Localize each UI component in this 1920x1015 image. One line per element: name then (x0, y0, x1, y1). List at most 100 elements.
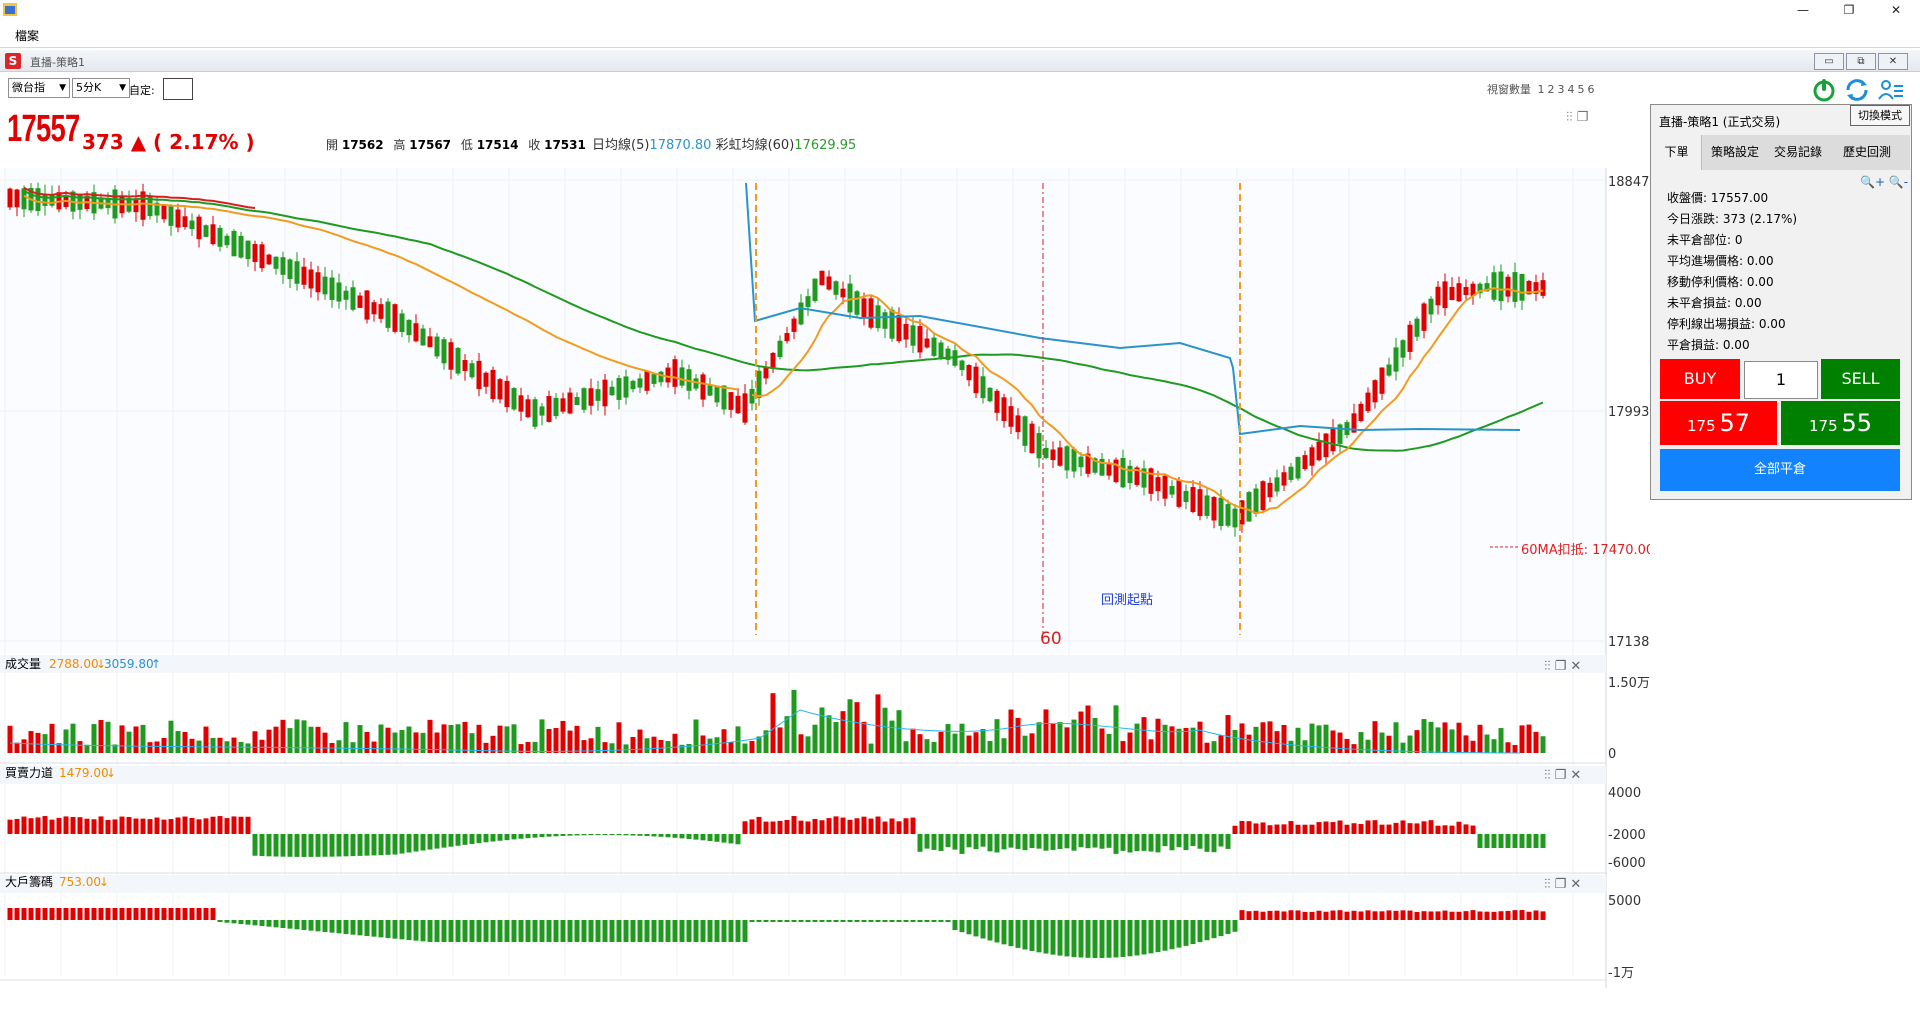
view-count-5[interactable]: 5 (1578, 83, 1585, 96)
view-count-6[interactable]: 6 (1588, 83, 1595, 96)
custom-period-input[interactable] (163, 78, 193, 100)
child-restore-button[interactable]: ⧉ (1846, 53, 1876, 70)
price-chart[interactable]: 18847 17993 17138 60 回測起點 60MA扣抵: 17470.… (0, 168, 1650, 1003)
pane-header-bg (0, 655, 1606, 673)
candle-body (1267, 482, 1273, 498)
chips-bar (56, 908, 62, 920)
sell-price-button[interactable]: 175 55 (1781, 401, 1900, 445)
power-icon[interactable] (1810, 77, 1838, 103)
chips-bar (406, 920, 412, 940)
close-button[interactable]: ✕ (1874, 0, 1918, 20)
chips-bar (343, 920, 349, 934)
quantity-input[interactable]: 1 (1744, 361, 1818, 399)
ma-readout: 日均線(5)17870.80 彩虹均線(60)17629.95 (592, 134, 856, 153)
chips-bar (504, 920, 510, 942)
buy-price-button[interactable]: 175 57 (1660, 401, 1777, 445)
volume-bar (308, 726, 314, 753)
view-count-2[interactable]: 2 (1548, 83, 1555, 96)
force-bar (658, 834, 664, 837)
child-minimize-button[interactable]: ▭ (1814, 53, 1844, 70)
symbol-select[interactable]: 微台指 ▼ (8, 78, 70, 98)
chips-bar (364, 920, 370, 936)
chips-bar (28, 908, 34, 920)
child-close-button[interactable]: ✕ (1878, 53, 1908, 70)
volume-bar (1435, 727, 1441, 753)
volume-bar (448, 724, 454, 753)
force-bar (994, 834, 1000, 853)
volume-bar (1267, 721, 1273, 753)
force-bar (546, 834, 552, 837)
volume-bar (266, 729, 272, 753)
force-bar (1407, 823, 1413, 834)
volume-bar (168, 720, 174, 753)
force-bar (504, 834, 510, 841)
chips-bar (994, 920, 1000, 943)
ma5-label: 日均線(5) (592, 138, 650, 153)
view-count-3[interactable]: 3 (1558, 83, 1565, 96)
candle-body (1246, 492, 1252, 522)
tab-trade-records[interactable]: 交易記錄 (1768, 135, 1828, 170)
volume-bar (595, 726, 601, 753)
sell-button[interactable]: SELL (1821, 359, 1900, 399)
volume-bar (203, 726, 209, 753)
tab-backtest[interactable]: 歷史回測 (1834, 135, 1900, 170)
force-bar (399, 834, 405, 854)
chips-bar (245, 920, 251, 925)
candle-body (735, 395, 741, 414)
refresh-icon[interactable] (1843, 77, 1871, 103)
volume-bar (1071, 719, 1077, 753)
chips-bar (182, 908, 188, 920)
chart-settings-icon[interactable]: ⫶⫶ ❐ (1566, 110, 1588, 125)
force-bar (364, 834, 370, 856)
close-all-button[interactable]: 全部平倉 (1660, 449, 1900, 491)
tab-strategy-settings[interactable]: 策略設定 (1706, 135, 1764, 170)
force-bar (1218, 834, 1224, 847)
minimize-button[interactable]: — (1781, 0, 1825, 20)
buy-button[interactable]: BUY (1660, 359, 1740, 399)
buy-price-main: 175 (1686, 417, 1716, 435)
view-count-1[interactable]: 1 (1538, 83, 1545, 96)
volume-pane-tools[interactable]: ⫶⫶ ❐ ✕ (1544, 659, 1581, 674)
switch-mode-button[interactable]: 切換模式 (1850, 105, 1910, 126)
volume-arrow-2: ↑ (151, 657, 161, 671)
tab-order[interactable]: 下單 (1652, 135, 1702, 170)
force-bar (1421, 821, 1427, 834)
view-count-4[interactable]: 4 (1568, 83, 1575, 96)
restore-button[interactable]: ❐ (1827, 0, 1871, 20)
candle-body (448, 342, 454, 370)
chips-bar (140, 908, 146, 920)
candle-body (602, 379, 608, 407)
menu-file[interactable]: 檔案 (15, 27, 39, 44)
volume-bar (1449, 729, 1455, 753)
chips-bar (357, 920, 363, 936)
volume-bar (1113, 705, 1119, 753)
force-bar (819, 820, 825, 834)
chips-bar (595, 920, 601, 942)
chips-bar (413, 920, 419, 941)
chips-bar (623, 920, 629, 942)
candle-body (805, 296, 811, 308)
chips-bar (1400, 910, 1406, 920)
force-bar (1540, 834, 1546, 848)
candle-body (308, 269, 314, 289)
force-bar (938, 834, 944, 851)
volume-bar (994, 719, 1000, 753)
force-bar (1127, 834, 1133, 853)
candle-body (441, 339, 447, 364)
zoom-icons[interactable]: 🔍+ 🔍- (1860, 175, 1908, 189)
chips-bar (476, 920, 482, 942)
candle-body (581, 388, 587, 410)
candle-body (903, 323, 909, 340)
force-pane-tools[interactable]: ⫶⫶ ❐ ✕ (1544, 768, 1581, 783)
candle-body (315, 272, 321, 293)
volume-bar (1162, 724, 1168, 753)
period-select[interactable]: 5分K ▼ (72, 78, 130, 98)
force-bar (1358, 824, 1364, 834)
chips-bar (868, 920, 874, 922)
chips-pane-tools[interactable]: ⫶⫶ ❐ ✕ (1544, 877, 1581, 892)
chips-bar (1505, 910, 1511, 920)
candle-body (1071, 448, 1077, 472)
force-bar (714, 834, 720, 842)
user-list-icon[interactable] (1877, 77, 1905, 103)
chips-bar (1169, 920, 1175, 950)
